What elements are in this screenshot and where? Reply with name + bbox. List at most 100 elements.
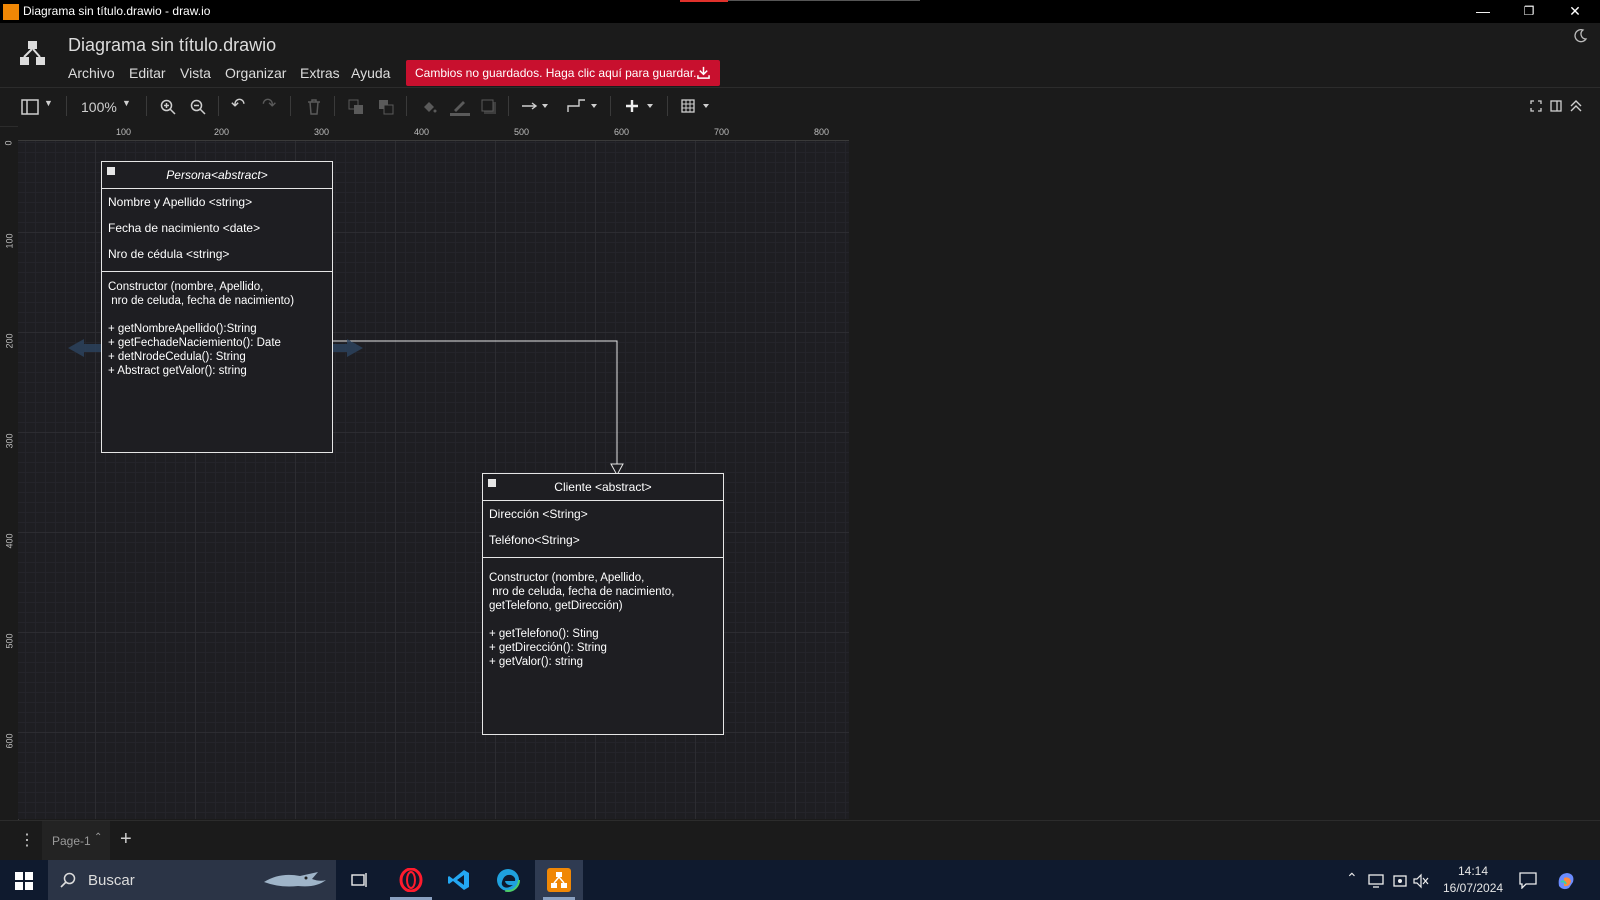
collapse-icon[interactable] [1570, 99, 1582, 113]
uml-class-persona[interactable]: Persona<abstract> Nombre y Apellido <str… [101, 161, 333, 453]
format-panel-icon[interactable] [21, 99, 39, 115]
toolbar-divider [508, 96, 509, 116]
ruler-label: 400 [4, 533, 15, 549]
search-highlight-icon [264, 872, 326, 887]
progress-indicator [680, 0, 728, 2]
toolbar: ▼ 100% ▼ ↶ ↷ [0, 88, 1600, 127]
more-vertical-icon[interactable]: ⋮ [19, 830, 35, 850]
class-operations[interactable]: Constructor (nombre, Apellido, nro de ce… [489, 571, 674, 669]
class-operations[interactable]: Constructor (nombre, Apellido, nro de ce… [108, 280, 294, 378]
window-titlebar: Diagrama sin título.drawio - draw.io — ❐… [0, 0, 1600, 23]
class-attribute[interactable]: Teléfono<String> [489, 533, 580, 547]
search-icon [60, 872, 76, 888]
meet-now-icon[interactable] [1392, 873, 1408, 889]
save-banner-button[interactable]: Cambios no guardados. Haga clic aquí par… [406, 60, 720, 86]
chevron-up-icon[interactable]: ⌃ [1346, 870, 1358, 887]
menu-organizar[interactable]: Organizar [225, 65, 286, 81]
edge-icon[interactable] [496, 868, 520, 892]
close-button[interactable]: ✕ [1552, 0, 1598, 23]
class-attribute[interactable]: Nro de cédula <string> [108, 247, 229, 261]
ruler-label: 300 [4, 433, 15, 449]
opera-icon[interactable] [399, 868, 423, 892]
undo-icon[interactable]: ↶ [231, 95, 245, 115]
delete-icon[interactable] [307, 99, 321, 115]
network-icon[interactable] [1368, 874, 1384, 888]
drawio-taskbar-button[interactable] [535, 860, 583, 900]
taskbar-time[interactable]: 14:14 [1458, 864, 1488, 878]
zoom-level[interactable]: 100% [81, 99, 117, 115]
menu-extras[interactable]: Extras [300, 65, 340, 81]
search-placeholder: Buscar [88, 872, 135, 889]
toolbar-divider [334, 96, 335, 116]
ruler-label: 200 [214, 127, 230, 137]
ruler-label: 100 [4, 233, 15, 249]
to-front-icon[interactable] [348, 99, 364, 115]
document-title[interactable]: Diagrama sin título.drawio [68, 35, 276, 56]
table-icon[interactable] [681, 98, 715, 114]
uml-class-cliente[interactable]: Cliente <abstract> Dirección <String> Te… [482, 473, 724, 735]
class-title[interactable]: Persona<abstract> [102, 162, 332, 189]
drawio-app-icon [3, 4, 19, 20]
ruler-label: 600 [614, 127, 630, 137]
fullscreen-icon[interactable] [1530, 100, 1542, 112]
menu-vista[interactable]: Vista [180, 65, 211, 81]
chevron-down-icon[interactable]: ▼ [122, 98, 131, 108]
toolbar-divider [218, 96, 219, 116]
to-back-icon[interactable] [378, 99, 394, 115]
toolbar-divider [406, 96, 407, 116]
menu-ayuda[interactable]: Ayuda [351, 65, 390, 81]
page-tab-label: Page-1 [52, 834, 91, 848]
ruler-label: 800 [814, 127, 830, 137]
redo-icon[interactable]: ↷ [262, 95, 276, 115]
chevron-up-icon[interactable]: ⌃ [94, 832, 102, 843]
fill-color-icon[interactable] [421, 99, 437, 115]
drawio-taskbar-icon [547, 868, 571, 892]
toolbar-divider [610, 96, 611, 116]
taskbar-date[interactable]: 16/07/2024 [1443, 881, 1503, 895]
shadow-icon[interactable] [481, 99, 497, 115]
waypoints-icon[interactable] [567, 98, 601, 114]
task-view-icon[interactable] [351, 871, 369, 889]
vertical-ruler: 0 100 200 300 400 500 600 [0, 140, 19, 820]
ruler-label: 500 [4, 633, 15, 649]
ruler-label: 100 [116, 127, 132, 137]
copilot-icon[interactable] [1555, 870, 1577, 892]
minimize-button[interactable]: — [1460, 0, 1506, 23]
save-banner-label: Cambios no guardados. Haga clic aquí par… [415, 66, 697, 80]
moon-icon[interactable] [1572, 28, 1588, 44]
menu-editar[interactable]: Editar [129, 65, 166, 81]
toolbar-divider [290, 96, 291, 116]
connection-icon[interactable] [522, 100, 552, 112]
zoom-out-icon[interactable] [190, 99, 206, 115]
class-divider [483, 557, 723, 558]
page-tab-active[interactable]: Page-1 ⌃ [42, 821, 110, 861]
toolbar-divider [66, 96, 67, 116]
taskbar-search-box[interactable]: Buscar [48, 860, 336, 900]
insert-icon[interactable] [625, 98, 659, 114]
line-color-icon[interactable] [450, 98, 470, 116]
drawio-logo-icon [20, 41, 45, 65]
vscode-icon[interactable] [447, 868, 471, 892]
class-attribute[interactable]: Fecha de nacimiento <date> [108, 221, 260, 235]
class-title[interactable]: Cliente <abstract> [483, 474, 723, 501]
restore-button[interactable]: ❐ [1506, 0, 1552, 23]
class-divider [102, 271, 332, 272]
format-toggle-icon[interactable] [1550, 100, 1562, 112]
menu-archivo[interactable]: Archivo [68, 65, 115, 81]
horizontal-ruler: 100 200 300 400 500 600 700 800 [18, 126, 849, 141]
chevron-down-icon[interactable]: ▼ [44, 98, 53, 108]
ruler-label: 400 [414, 127, 430, 137]
empty-workspace [849, 126, 1600, 820]
collapse-icon[interactable] [488, 479, 496, 487]
page-tabs-bar: ⋮ Page-1 ⌃ + [0, 820, 1600, 861]
ruler-label: 300 [314, 127, 330, 137]
class-attribute[interactable]: Nombre y Apellido <string> [108, 195, 252, 209]
diagram-canvas[interactable]: Persona<abstract> Nombre y Apellido <str… [18, 141, 849, 819]
add-page-button[interactable]: + [120, 828, 132, 851]
notifications-icon[interactable] [1519, 871, 1537, 889]
volume-muted-icon[interactable] [1413, 873, 1429, 889]
zoom-in-icon[interactable] [160, 99, 176, 115]
collapse-icon[interactable] [107, 167, 115, 175]
class-attribute[interactable]: Dirección <String> [489, 507, 588, 521]
windows-start-icon[interactable] [15, 872, 33, 890]
